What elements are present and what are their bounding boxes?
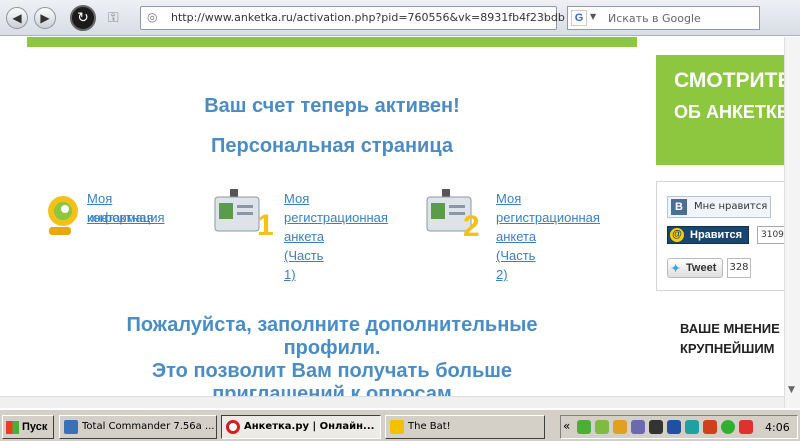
reload-icon[interactable]: ↻ [70,5,96,31]
twitter-bird-icon: ✦ [671,263,681,275]
contact-info-icon [48,196,78,235]
fill-profiles-text: Пожалуйста, заполните дополнительные про… [27,314,637,406]
tray-app-icon[interactable] [685,420,699,434]
back-button[interactable]: ◀ [6,7,28,29]
language-indicator-icon[interactable] [667,420,681,434]
heading-account-active: Ваш счет теперь активен! [204,95,460,117]
mailru-like-button[interactable]: @ Нравится [667,226,749,244]
registration-2-link-line1[interactable]: Моя [496,189,521,208]
task-label: The Bat! [408,421,451,432]
horizontal-scrollbar[interactable] [0,396,784,408]
fill-profiles-line3: Это позволит Вам получать больше [151,360,513,382]
page-content: Ваш счет теперь активен! Персональная ст… [0,37,800,408]
mailru-like-label: Нравится [690,229,743,241]
sidebar-ad-banner[interactable]: СМОТРИТЕ ОБ АНКЕТКЕ О [656,55,800,165]
fill-profiles-line1: Пожалуйста, заполните дополнительные [126,314,538,336]
svg-text:1: 1 [257,209,273,241]
registration-2-link-line2[interactable]: регистрационная [496,208,600,227]
bookmark-star-icon[interactable]: ☆ [539,10,551,25]
contact-info-link-line2[interactable]: информация [87,208,165,227]
task-label: Total Commander 7.56a ... [82,421,215,432]
task-label: Анкетка.ру | Онлайн... [244,421,375,432]
key-icon[interactable]: ⚿ [108,10,119,26]
url-text[interactable]: http://www.anketka.ru/activation.php?pid… [171,11,565,24]
social-widgets: В Мне нравится @ Нравится 3109 ✦ Tweet 3… [656,181,800,291]
tray-app-icon[interactable] [613,420,627,434]
total-commander-icon [64,420,78,434]
task-total-commander[interactable]: Total Commander 7.56a ... [59,415,217,439]
svg-text:2: 2 [463,210,480,241]
heading-personal-page: Персональная страница [211,135,453,157]
the-bat-icon [390,420,404,434]
search-engine-dropdown-icon[interactable]: ▼ [590,12,596,21]
start-label: Пуск [22,421,48,433]
task-anketka[interactable]: Анкетка.ру | Онлайн... [221,415,381,439]
task-the-bat[interactable]: The Bat! [385,415,545,439]
taskbar: Пуск Total Commander 7.56a ... Анкетка.р… [0,409,800,441]
tray-app-icon[interactable] [577,420,591,434]
opinion-promo: ВАШЕ МНЕНИЕ КРУПНЕЙШИМ [680,319,780,359]
search-placeholder[interactable]: Искать в Google [608,12,701,25]
fill-profiles-line2: профили. [283,337,381,359]
ad-line1: СМОТРИТЕ [674,69,792,92]
opinion-line1: ВАШЕ МНЕНИЕ [680,321,780,336]
tray-app-icon[interactable] [595,420,609,434]
tweet-count: 328 [727,258,751,278]
tray-expand-icon[interactable]: « [563,419,570,433]
tray-app-icon[interactable] [649,420,663,434]
google-icon[interactable]: G [571,10,587,26]
registration-1-link-line3[interactable]: анкета (Часть 1) [284,227,324,284]
vk-icon: В [671,199,687,215]
system-tray: « 4:06 [560,415,798,439]
registration-1-link-line1[interactable]: Моя [284,189,309,208]
globe-icon: ◎ [147,10,158,24]
clock[interactable]: 4:06 [765,421,790,434]
mailru-at-icon: @ [670,228,684,242]
browser-toolbar: ◀ ▶ ↻ ⚿ ◎ http://www.anketka.ru/activati… [0,0,800,36]
registration-badge-2-icon: 2 [426,189,480,241]
search-box[interactable]: G ▼ Искать в Google [567,6,760,30]
opinion-line2: КРУПНЕЙШИМ [680,341,775,356]
forward-button[interactable]: ▶ [34,7,56,29]
vertical-scrollbar[interactable]: ▼ [784,37,800,408]
tray-app-icon[interactable] [631,420,645,434]
tray-app-icon[interactable] [739,420,753,434]
vk-like-label: Мне нравится [694,201,768,212]
windows-logo-icon [6,421,19,434]
tray-app-icon[interactable] [721,420,735,434]
scroll-down-icon[interactable]: ▼ [788,385,795,395]
start-button[interactable]: Пуск [2,415,54,439]
tweet-button[interactable]: ✦ Tweet [667,258,723,278]
registration-1-link-line2[interactable]: регистрационная [284,208,388,227]
registration-2-link-line3[interactable]: анкета (Часть 2) [496,227,536,284]
address-bar[interactable]: ◎ http://www.anketka.ru/activation.php?p… [140,6,565,30]
registration-badge-1-icon: 1 [214,189,273,241]
header-green-bar [27,37,637,47]
vk-like-button[interactable]: В Мне нравится [667,196,771,218]
opera-icon [226,420,240,434]
tray-app-icon[interactable] [703,420,717,434]
tweet-label: Tweet [686,262,717,274]
ad-line2: ОБ АНКЕТКЕ О [674,102,800,122]
